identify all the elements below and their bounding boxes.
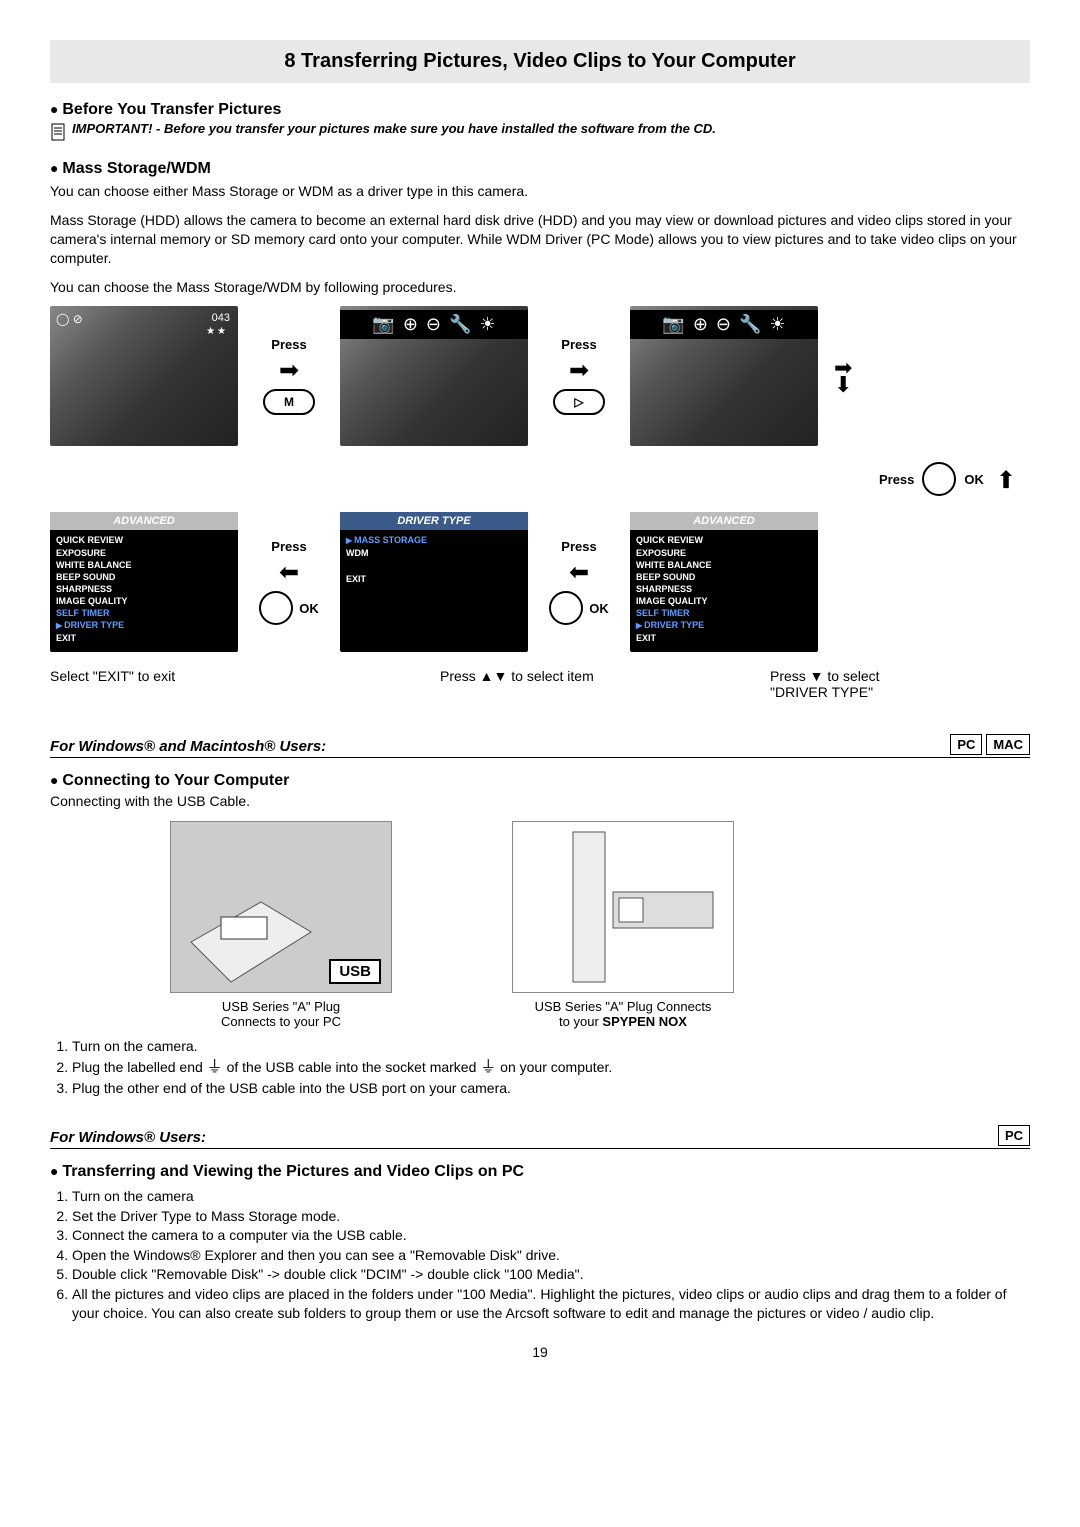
menu-button: M bbox=[263, 389, 315, 415]
mac-badge: MAC bbox=[986, 734, 1030, 755]
lcd-toolbar-screen-2: 📷⊕⊖🔧☀ bbox=[630, 306, 818, 446]
arrow-left-icon: ➡ bbox=[569, 558, 589, 587]
lcd-driver-type-menu: DRIVER TYPE MASS STORAGE WDM EXIT bbox=[340, 512, 528, 652]
usb-icon: ⏚ bbox=[207, 1059, 223, 1076]
quality-stars: ★★ bbox=[206, 326, 228, 337]
usb-pc-caption: USB Series "A" Plug Connects to your PC bbox=[171, 999, 391, 1029]
transfer-pc-steps: Turn on the camera Set the Driver Type t… bbox=[50, 1187, 1030, 1324]
arrow-down-icon: ➡ bbox=[991, 469, 1020, 489]
connect-step-3: Plug the other end of the USB cable into… bbox=[72, 1079, 1030, 1099]
lcd-advanced-menu-exit: ADVANCED QUICK REVIEW EXPOSURE WHITE BAL… bbox=[50, 512, 238, 652]
usb-camera-caption: USB Series "A" Plug Connects to your SPY… bbox=[513, 999, 733, 1029]
caption-select-item: Press ▲▼ to select item bbox=[440, 668, 660, 700]
page-number: 19 bbox=[50, 1344, 1030, 1360]
ok-button bbox=[922, 462, 956, 496]
heading-connecting: Connecting to Your Computer bbox=[50, 772, 1030, 790]
connecting-steps: Turn on the camera. Plug the labelled en… bbox=[50, 1037, 1030, 1099]
ok-button bbox=[549, 591, 583, 625]
pc-step-2: Set the Driver Type to Mass Storage mode… bbox=[72, 1207, 1030, 1227]
press-label: Press bbox=[271, 539, 306, 554]
arrow-turn-down-icon: ➡⬇ bbox=[834, 359, 852, 394]
connect-step-2: Plug the labelled end ⏚ of the USB cable… bbox=[72, 1057, 1030, 1079]
heading-transfer-view-pc: Transferring and Viewing the Pictures an… bbox=[50, 1163, 1030, 1181]
menu-title-driver-type: DRIVER TYPE bbox=[340, 512, 528, 530]
press-label: Press bbox=[561, 337, 596, 352]
arrow-right-icon: ➡ bbox=[279, 356, 299, 385]
lcd-capture-screen: ◯ ⊘ 043 ★★ bbox=[50, 306, 238, 446]
pc-step-5: Double click "Removable Disk" -> double … bbox=[72, 1265, 1030, 1285]
usb-label: USB bbox=[329, 959, 381, 984]
ok-button bbox=[259, 591, 293, 625]
heading-users-winmac: For Windows® and Macintosh® Users: bbox=[50, 738, 326, 755]
pc-badge: PC bbox=[950, 734, 982, 755]
arrow-right-icon: ➡ bbox=[569, 356, 589, 385]
usb-camera-illustration bbox=[512, 821, 734, 993]
important-note: IMPORTANT! - Before you transfer your pi… bbox=[72, 121, 716, 136]
menu-title-advanced: ADVANCED bbox=[50, 512, 238, 530]
caption-select-driver: Press ▼ to select "DRIVER TYPE" bbox=[770, 668, 990, 700]
connect-step-1: Turn on the camera. bbox=[72, 1037, 1030, 1057]
heading-before-transfer: Before You Transfer Pictures bbox=[50, 101, 1030, 119]
heading-mass-storage: Mass Storage/WDM bbox=[50, 160, 1030, 178]
usb-icon: ⏚ bbox=[480, 1059, 496, 1076]
connecting-sub: Connecting with the USB Cable. bbox=[50, 792, 1030, 811]
mass-storage-p2: Mass Storage (HDD) allows the camera to … bbox=[50, 211, 1030, 268]
pc-step-1: Turn on the camera bbox=[72, 1187, 1030, 1207]
pc-step-4: Open the Windows® Explorer and then you … bbox=[72, 1246, 1030, 1266]
ok-label: OK bbox=[964, 472, 984, 487]
menu-title-advanced: ADVANCED bbox=[630, 512, 818, 530]
ok-label: OK bbox=[589, 601, 609, 616]
pc-badge: PC bbox=[998, 1125, 1030, 1146]
lcd-toolbar-screen-1: 📷⊕⊖🔧☀ bbox=[340, 306, 528, 446]
usb-pc-illustration: USB bbox=[170, 821, 392, 993]
press-label: Press bbox=[879, 472, 914, 487]
mass-storage-p1: You can choose either Mass Storage or WD… bbox=[50, 182, 1030, 201]
pc-step-6: All the pictures and video clips are pla… bbox=[72, 1285, 1030, 1324]
heading-users-win: For Windows® Users: bbox=[50, 1129, 206, 1146]
procedure-diagram: ◯ ⊘ 043 ★★ Press ➡ M 📷⊕⊖🔧☀ Press ➡ ▷ 📷⊕⊖… bbox=[50, 306, 1030, 700]
ok-label: OK bbox=[299, 601, 319, 616]
page-title: 8 Transferring Pictures, Video Clips to … bbox=[50, 40, 1030, 83]
mass-storage-p3: You can choose the Mass Storage/WDM by f… bbox=[50, 278, 1030, 297]
lcd-advanced-menu-driver: ADVANCED QUICK REVIEW EXPOSURE WHITE BAL… bbox=[630, 512, 818, 652]
shot-counter: 043 bbox=[212, 312, 230, 324]
caption-select-exit: Select "EXIT" to exit bbox=[50, 668, 270, 700]
press-label: Press bbox=[271, 337, 306, 352]
press-label: Press bbox=[561, 539, 596, 554]
arrow-left-icon: ➡ bbox=[279, 558, 299, 587]
pc-step-3: Connect the camera to a computer via the… bbox=[72, 1226, 1030, 1246]
note-icon bbox=[50, 123, 66, 146]
play-right-button: ▷ bbox=[553, 389, 605, 415]
